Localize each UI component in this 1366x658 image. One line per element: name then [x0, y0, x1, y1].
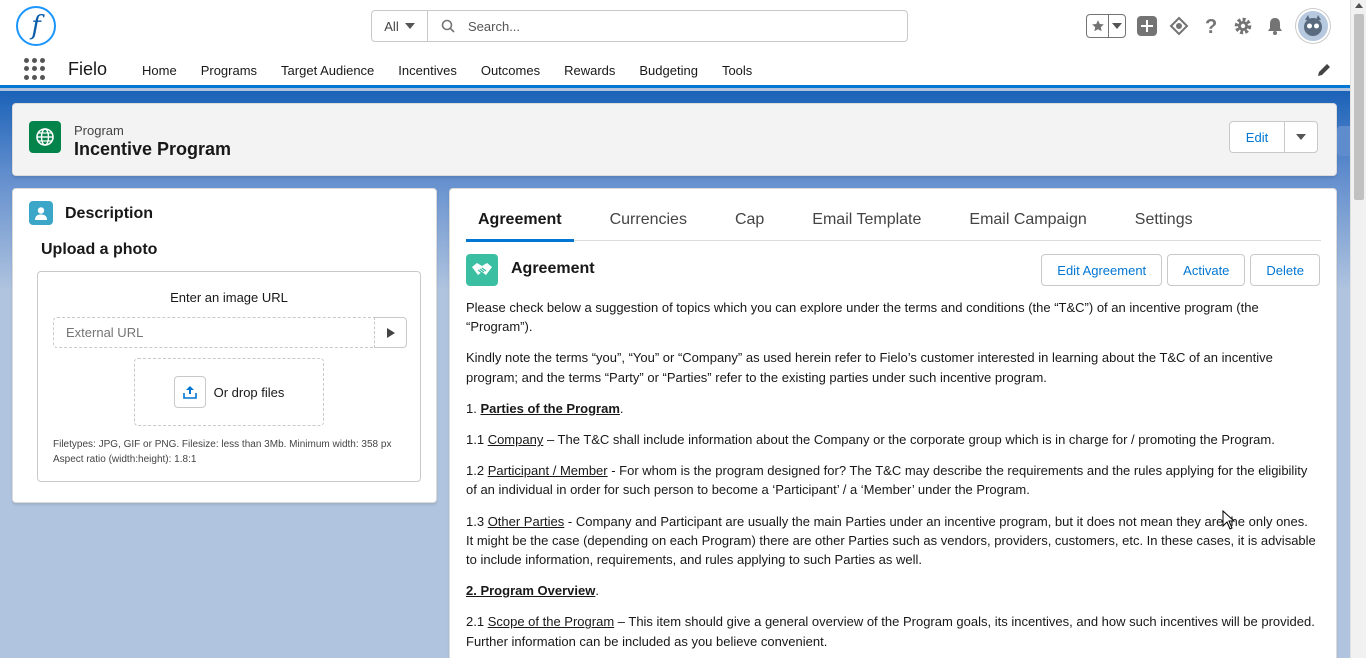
tab-email-campaign[interactable]: Email Campaign: [957, 199, 1098, 241]
external-url-input[interactable]: [53, 317, 375, 348]
favorites-chevron-icon[interactable]: [1109, 15, 1125, 37]
delete-button[interactable]: Delete: [1250, 254, 1320, 286]
tab-email-template[interactable]: Email Template: [800, 199, 933, 241]
nav-item-target-audience[interactable]: Target Audience: [269, 52, 386, 88]
section-heading: 1. Parties of the Program.: [466, 399, 1316, 418]
upload-icon[interactable]: [173, 376, 206, 408]
side-panel-toggle[interactable]: [1337, 126, 1350, 156]
more-actions-chevron-icon[interactable]: [1285, 122, 1317, 152]
star-icon[interactable]: [1087, 15, 1109, 37]
header-utility-icons: ?: [1086, 9, 1330, 43]
section-title: 2. Program Overview: [466, 583, 596, 599]
url-row: [53, 317, 407, 348]
file-drop-zone[interactable]: Or drop files: [134, 358, 324, 426]
clause-number: 1.2: [466, 463, 488, 479]
search-icon: [428, 11, 468, 41]
agreement-title: Agreement: [511, 260, 595, 277]
clause-term: Other Parties: [487, 513, 565, 529]
tab-cap[interactable]: Cap: [723, 199, 776, 241]
scroll-thumb[interactable]: [1354, 14, 1364, 200]
record-actions: Edit: [1229, 121, 1318, 153]
pencil-edit-icon[interactable]: [1316, 62, 1332, 78]
app-name: Fielo: [68, 59, 108, 79]
image-url-label: Enter an image URL: [170, 290, 288, 305]
tab-currencies[interactable]: Currencies: [598, 199, 699, 241]
global-header: f All ?: [0, 0, 1350, 52]
section-heading: 2. Program Overview.: [466, 581, 1316, 600]
page-title: Incentive Program: [74, 139, 232, 159]
svg-text:?: ?: [1205, 16, 1217, 36]
global-add-icon[interactable]: [1136, 15, 1158, 37]
search-input[interactable]: [468, 11, 907, 41]
agreement-paragraph: Please check below a suggestion of topic…: [466, 300, 1259, 335]
notification-bell-icon[interactable]: [1264, 15, 1286, 37]
gear-icon[interactable]: [1232, 15, 1254, 37]
upload-photo-title: Upload a photo: [41, 241, 158, 258]
nav-item-incentives[interactable]: Incentives: [386, 52, 469, 88]
edit-agreement-button[interactable]: Edit Agreement: [1041, 254, 1163, 286]
logo-letter: f: [31, 11, 41, 41]
filetypes-line: Filetypes: JPG, GIF or PNG. Filesize: le…: [53, 439, 392, 450]
aspect-ratio-line: Aspect ratio (width:height): 1.8:1: [53, 454, 197, 465]
favorites-group: [1086, 14, 1126, 38]
agreement-paragraph: 1.3 Other Parties - Company and Particip…: [466, 512, 1316, 570]
global-search: All: [371, 10, 908, 42]
tab-bar: Agreement Currencies Cap Email Template …: [466, 199, 1321, 242]
program-detail-card: Agreement Currencies Cap Email Template …: [449, 188, 1337, 658]
agreement-paragraph: 1.1 Company – The T&C shall include info…: [466, 430, 1316, 449]
description-card: Description Upload a photo Enter an imag…: [12, 188, 437, 503]
section-number: 1.: [466, 400, 481, 416]
clause-number: 2.1: [466, 614, 488, 630]
section-end: .: [595, 583, 599, 599]
submit-url-button[interactable]: [375, 317, 407, 348]
tab-settings[interactable]: Settings: [1123, 199, 1205, 241]
upload-photo-box: Enter an image URL Or drop files Filetyp…: [37, 271, 421, 482]
clause-text: - Company and Participant are usually th…: [466, 513, 1316, 568]
description-title: Description: [65, 205, 154, 222]
chevron-down-icon: [404, 23, 415, 29]
fielo-logo[interactable]: f: [16, 6, 56, 46]
page-scrollbar[interactable]: [1350, 0, 1366, 658]
handshake-icon: [466, 254, 498, 286]
record-header: Program Incentive Program Edit: [12, 103, 1337, 176]
nav-item-tools[interactable]: Tools: [710, 52, 764, 88]
nav-item-outcomes[interactable]: Outcomes: [469, 52, 552, 88]
tab-agreement[interactable]: Agreement: [466, 199, 574, 242]
section-title: Parties of the Program: [480, 400, 620, 416]
clause-text: – The T&C shall include information abou…: [543, 432, 1275, 448]
agreement-paragraph: 2.1 Scope of the Program – This item sho…: [466, 612, 1316, 650]
clause-term: Participant / Member: [487, 463, 608, 479]
nav-item-rewards[interactable]: Rewards: [552, 52, 627, 88]
agreement-actions: Edit Agreement Activate Delete: [1041, 254, 1320, 286]
section-end: .: [619, 400, 624, 416]
scroll-up-arrow-icon[interactable]: [1355, 3, 1363, 8]
agreement-paragraph: Kindly note the terms “you”, “You” or “C…: [466, 350, 1273, 385]
record-type-label: Program: [74, 123, 124, 138]
navigation-bar: Fielo Home Programs Target Audience Ince…: [0, 52, 1350, 88]
clause-term: Company: [487, 432, 544, 448]
nav-item-programs[interactable]: Programs: [189, 52, 269, 88]
user-icon: [29, 201, 53, 225]
help-icon[interactable]: ?: [1200, 15, 1222, 37]
nav-items: Home Programs Target Audience Incentives…: [130, 52, 764, 88]
clause-number: 1.1: [466, 432, 488, 448]
activate-button[interactable]: Activate: [1167, 254, 1246, 286]
trailhead-icon[interactable]: [1168, 15, 1190, 37]
search-scope-label: All: [384, 18, 399, 34]
agreement-body: Please check below a suggestion of topic…: [466, 298, 1316, 658]
nav-item-budgeting[interactable]: Budgeting: [627, 52, 710, 88]
agreement-paragraph: 1.2 Participant / Member - For whom is t…: [466, 461, 1316, 499]
play-arrow-icon: [386, 327, 395, 338]
clause-number: 1.3: [466, 513, 488, 529]
edit-button[interactable]: Edit: [1230, 122, 1285, 152]
mouse-cursor-icon: [1222, 509, 1236, 533]
nav-item-home[interactable]: Home: [130, 52, 189, 88]
search-scope-dropdown[interactable]: All: [372, 11, 428, 41]
app-launcher-icon[interactable]: [24, 58, 46, 80]
globe-icon: [29, 121, 61, 153]
user-avatar[interactable]: [1296, 9, 1330, 43]
drop-files-label: Or drop files: [213, 384, 285, 400]
clause-term: Scope of the Program: [487, 614, 615, 630]
filetypes-help: Filetypes: JPG, GIF or PNG. Filesize: le…: [53, 437, 393, 467]
